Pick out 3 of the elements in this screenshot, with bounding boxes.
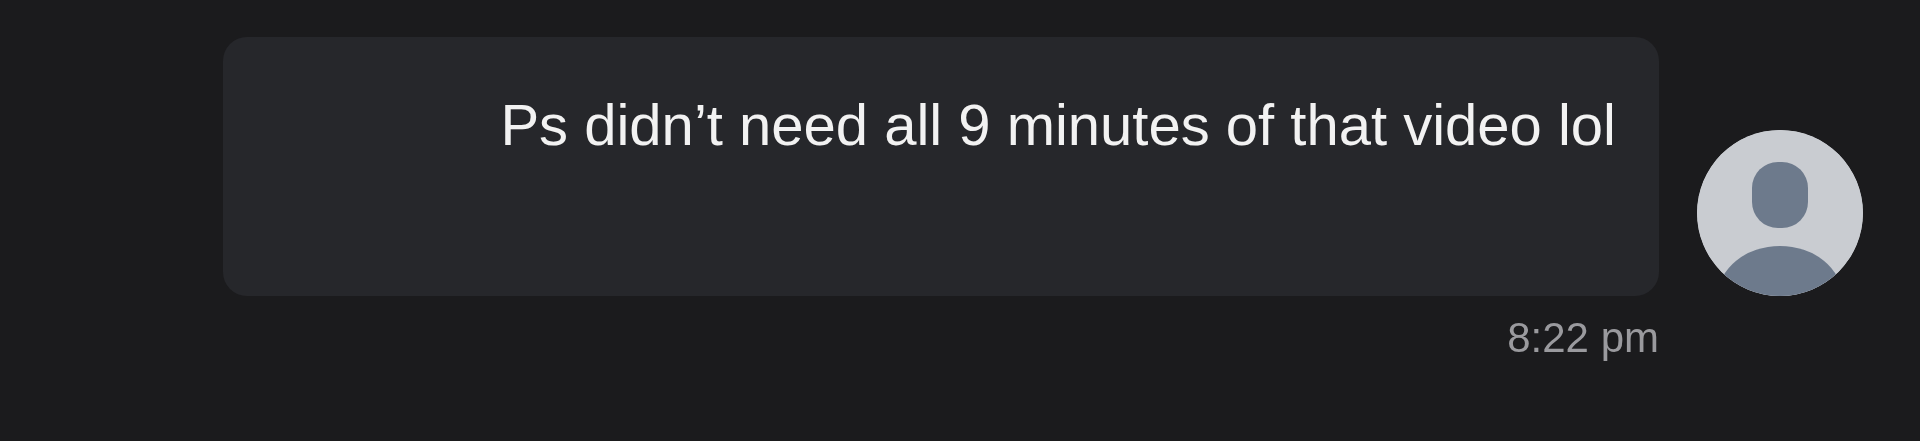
avatar-icon bbox=[1697, 130, 1863, 296]
message-text: Ps didn’t need all 9 minutes of that video lol bbox=[499, 91, 1616, 159]
message-time: 8:22 pm bbox=[1507, 313, 1659, 363]
